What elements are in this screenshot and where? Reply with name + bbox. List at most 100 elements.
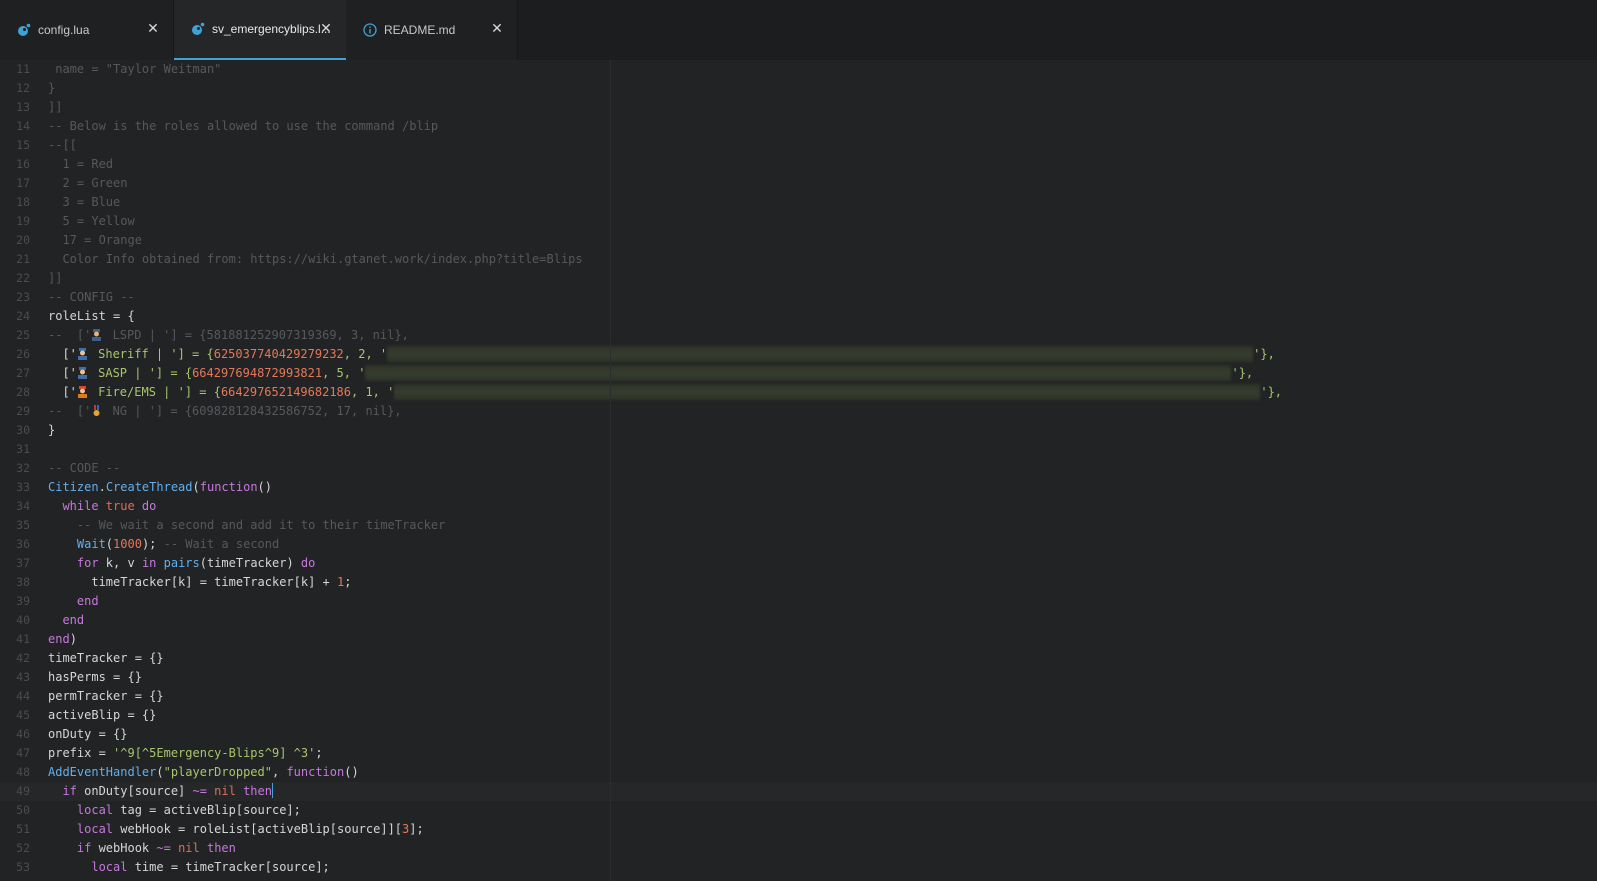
code-line: 18 3 = Blue [0, 193, 1597, 212]
code-line: 24 roleList = { [0, 307, 1597, 326]
line-number: 43 [16, 670, 30, 684]
line-number: 17 [16, 176, 30, 190]
close-icon[interactable]: ✕ [145, 21, 161, 37]
code-line: 12} [0, 79, 1597, 98]
code-line: 27 [' SASP | '] = {664297694872993821, 5… [0, 364, 1597, 383]
line-text: } [48, 81, 56, 95]
code-line: 43 hasPerms = {} [0, 668, 1597, 687]
code-line: 26 [' Sheriff | '] = {625037740429279232… [0, 345, 1597, 364]
code-line: 14 -- Below is the roles allowed to use t… [0, 117, 1597, 136]
tab-sv-emergencyblips[interactable]: sv_emergencyblips.l... ✕ [174, 0, 346, 60]
line-text: timeTracker = {} [48, 651, 164, 665]
code-line: 25 -- [' LSPD | '] = {581881252907319369,… [0, 326, 1597, 345]
code-line: 23 -- CONFIG -- [0, 288, 1597, 307]
code-line: 46 onDuty = {} [0, 725, 1597, 744]
firefighter-emoji-icon [77, 386, 87, 398]
line-number: 23 [16, 290, 30, 304]
code-line: 50 local tag = activeBlip[source]; [0, 801, 1597, 820]
code-line: 22]] [0, 269, 1597, 288]
line-number: 51 [16, 822, 30, 836]
code-line: 36 Wait(1000); -- Wait a second [0, 535, 1597, 554]
line-text: hasPerms = {} [48, 670, 142, 684]
close-icon[interactable]: ✕ [489, 21, 505, 37]
tab-label: sv_emergencyblips.l... [212, 22, 331, 36]
line-text: 17 = Orange [48, 233, 142, 247]
code-line: 30} [0, 421, 1597, 440]
line-text: local time = timeTracker[source]; [48, 860, 330, 874]
line-text: if webHook ~= nil then [48, 841, 236, 855]
code-line: 19 5 = Yellow [0, 212, 1597, 231]
line-number: 45 [16, 708, 30, 722]
code-line: 21 Color Info obtained from: https://wik… [0, 250, 1597, 269]
line-number: 32 [16, 461, 30, 475]
line-number: 27 [16, 366, 30, 380]
line-text: ]] [48, 100, 63, 114]
code-line: 11 name = "Taylor Weitman" [0, 60, 1597, 79]
code-line: 37 for k, v in pairs(timeTracker) do [0, 554, 1597, 573]
line-text: 5 = Yellow [48, 214, 135, 228]
code-line: 33 Citizen.CreateThread(function() [0, 478, 1597, 497]
code-line: 38 timeTracker[k] = timeTracker[k] + 1; [0, 573, 1597, 592]
tab-readme-md[interactable]: README.md ✕ [346, 0, 518, 60]
code-line: 31 [0, 440, 1597, 459]
line-text: [' Fire/EMS | '] = {664297652149682186, … [48, 384, 1283, 400]
tab-label: config.lua [38, 23, 90, 37]
line-text: AddEventHandler("playerDropped", functio… [48, 765, 359, 779]
line-number: 16 [16, 157, 30, 171]
line-number: 50 [16, 803, 30, 817]
code-line: 48 AddEventHandler("playerDropped", funct… [0, 763, 1597, 782]
line-text: onDuty = {} [48, 727, 128, 741]
text-cursor [271, 783, 273, 798]
line-text: permTracker = {} [48, 689, 164, 703]
line-text: Citizen.CreateThread(function() [48, 480, 272, 494]
line-text: timeTracker[k] = timeTracker[k] + 1; [48, 575, 352, 589]
code-line: 44 permTracker = {} [0, 687, 1597, 706]
line-number: 39 [16, 594, 30, 608]
line-number: 19 [16, 214, 30, 228]
line-number: 29 [16, 404, 30, 418]
code-line: 34 while true do [0, 497, 1597, 516]
line-text: -- We wait a second and add it to their … [48, 518, 446, 532]
code-line: 40 end [0, 611, 1597, 630]
line-text: 1 = Red [48, 157, 114, 171]
code-editor[interactable]: 11 name = "Taylor Weitman" 12} 13]] 14 --… [0, 60, 1597, 881]
line-number: 33 [16, 480, 30, 494]
line-number: 25 [16, 328, 30, 342]
line-number: 13 [16, 100, 30, 114]
lua-file-icon [190, 21, 206, 37]
line-number: 20 [16, 233, 30, 247]
line-text: Wait(1000); -- Wait a second [48, 537, 280, 551]
line-number: 24 [16, 309, 30, 323]
code-line: 28 [' Fire/EMS | '] = {66429765214968218… [0, 383, 1597, 402]
line-text: -- Below is the roles allowed to use the… [48, 119, 439, 133]
lua-file-icon [16, 22, 32, 38]
line-number: 15 [16, 138, 30, 152]
line-text: end [48, 613, 85, 627]
line-number: 37 [16, 556, 30, 570]
line-text: -- [' LSPD | '] = {581881252907319369, 3… [48, 328, 409, 342]
line-number: 38 [16, 575, 30, 589]
line-text: local webHook = roleList[activeBlip[sour… [48, 822, 424, 836]
code-line: 53 local time = timeTracker[source]; [0, 858, 1597, 877]
close-icon[interactable]: ✕ [318, 21, 334, 37]
line-text: end) [48, 632, 77, 646]
code-line: 20 17 = Orange [0, 231, 1597, 250]
redacted-webhook [387, 346, 1254, 362]
line-number: 11 [16, 62, 30, 76]
line-number: 48 [16, 765, 30, 779]
code-line: 15 --[[ [0, 136, 1597, 155]
line-number: 31 [16, 442, 30, 456]
info-icon [362, 22, 378, 38]
code-line: 13]] [0, 98, 1597, 117]
line-number: 21 [16, 252, 30, 266]
line-text: 3 = Blue [48, 195, 121, 209]
police-officer-emoji-icon [92, 329, 102, 341]
line-text: ]] [48, 271, 63, 285]
code-line: 41 end) [0, 630, 1597, 649]
line-number: 26 [16, 347, 30, 361]
line-number: 47 [16, 746, 30, 760]
tab-config-lua[interactable]: config.lua ✕ [0, 0, 174, 60]
code-line-current: 49 if onDuty[source] ~= nil then [0, 782, 1597, 801]
redacted-webhook [394, 384, 1261, 400]
line-number: 35 [16, 518, 30, 532]
